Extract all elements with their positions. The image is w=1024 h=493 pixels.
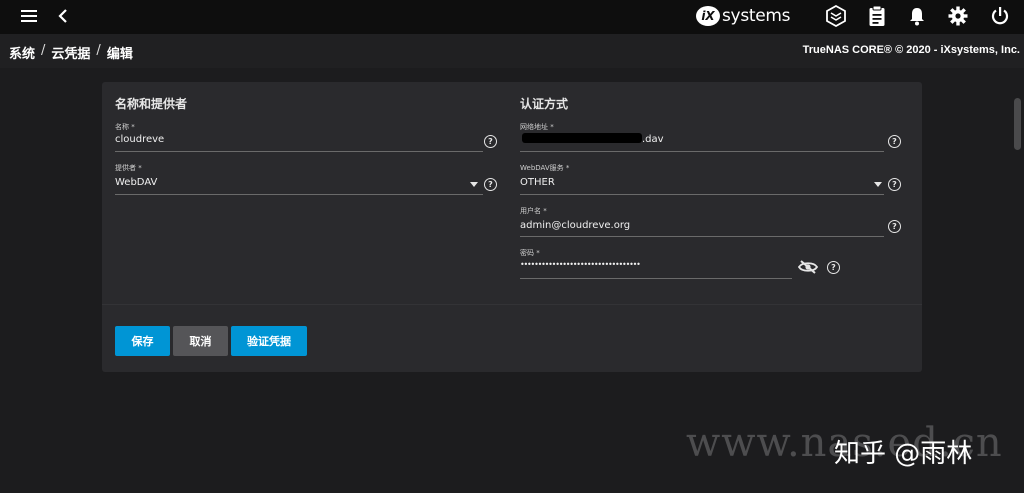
breadcrumb-separator: /	[96, 43, 101, 58]
breadcrumb-bar: 系统 / 云凭据 / 编辑 TrueNAS CORE® © 2020 - iXs…	[0, 34, 1024, 68]
webdav-service-dropdown-arrow-icon[interactable]	[874, 182, 882, 187]
breadcrumb: 系统 / 云凭据 / 编辑	[9, 43, 133, 62]
top-toolbar: iX systems	[0, 0, 1024, 34]
name-help-icon[interactable]: ?	[484, 135, 497, 148]
gear-icon[interactable]	[948, 6, 968, 26]
password-label: 密码 *	[520, 249, 540, 257]
username-field[interactable]: 用户名 * admin@cloudreve.org	[520, 206, 884, 237]
form-divider	[102, 304, 922, 305]
zhihu-watermark: 知乎 @雨林	[834, 439, 973, 469]
url-field[interactable]: 网络地址 * .dav	[520, 122, 884, 152]
url-label: 网络地址 *	[520, 123, 554, 131]
password-help-icon[interactable]: ?	[827, 261, 840, 274]
username-help-icon[interactable]: ?	[888, 220, 901, 233]
provider-help-icon[interactable]: ?	[484, 178, 497, 191]
breadcrumb-separator: /	[41, 43, 46, 58]
redacted-region	[522, 133, 642, 143]
webdav-service-underline	[520, 194, 884, 195]
bell-icon[interactable]	[908, 6, 926, 26]
provider-value: WebDAV	[115, 177, 158, 188]
logo-mark: iX	[696, 6, 720, 26]
url-input[interactable]: .dav	[642, 134, 664, 145]
username-label: 用户名 *	[520, 207, 547, 215]
cancel-button[interactable]: 取消	[173, 326, 228, 356]
name-underline	[115, 151, 483, 152]
vertical-scrollbar[interactable]	[1014, 98, 1021, 150]
breadcrumb-item-system[interactable]: 系统	[9, 43, 35, 62]
name-label: 名称 *	[115, 123, 135, 131]
save-button[interactable]: 保存	[115, 326, 170, 356]
url-help-icon[interactable]: ?	[888, 135, 901, 148]
webdav-service-label: WebDAV服务 *	[520, 164, 570, 172]
cloud-credential-form: 名称和提供者 认证方式 名称 * cloudreve ? 提供者 * WebDA…	[102, 82, 922, 372]
webdav-service-value: OTHER	[520, 177, 555, 188]
provider-underline	[115, 194, 483, 195]
copyright-text: TrueNAS CORE® © 2020 - iXsystems, Inc.	[802, 44, 1020, 56]
webdav-service-help-icon[interactable]: ?	[888, 178, 901, 191]
back-icon[interactable]	[56, 7, 70, 25]
section-title-name-provider: 名称和提供者	[115, 97, 188, 111]
section-title-authentication: 认证方式	[520, 97, 569, 111]
truecommand-icon[interactable]	[826, 5, 846, 27]
password-input[interactable]: ••••••••••••••••••••••••••••••••••	[520, 260, 641, 269]
provider-label: 提供者 *	[115, 164, 142, 172]
password-field[interactable]: 密码 * ••••••••••••••••••••••••••••••••••	[520, 248, 792, 279]
username-underline	[520, 236, 884, 237]
username-input[interactable]: admin@cloudreve.org	[520, 220, 630, 231]
clipboard-icon[interactable]	[868, 5, 886, 27]
logo-text: systems	[722, 6, 791, 26]
verify-credentials-button[interactable]: 验证凭据	[231, 326, 307, 356]
webdav-service-select[interactable]: WebDAV服务 * OTHER	[520, 163, 884, 195]
name-field[interactable]: 名称 * cloudreve	[115, 122, 483, 152]
menu-icon[interactable]	[20, 7, 38, 25]
url-underline	[520, 151, 884, 152]
visibility-off-icon[interactable]	[798, 260, 818, 274]
ixsystems-logo[interactable]: iX systems	[696, 6, 791, 26]
password-underline	[520, 278, 792, 279]
provider-select[interactable]: 提供者 * WebDAV	[115, 163, 483, 195]
breadcrumb-item-cloud-credentials[interactable]: 云凭据	[51, 43, 90, 62]
power-icon[interactable]	[990, 6, 1010, 26]
name-input[interactable]: cloudreve	[115, 134, 164, 145]
breadcrumb-item-edit: 编辑	[106, 47, 133, 62]
provider-dropdown-arrow-icon[interactable]	[470, 182, 478, 187]
